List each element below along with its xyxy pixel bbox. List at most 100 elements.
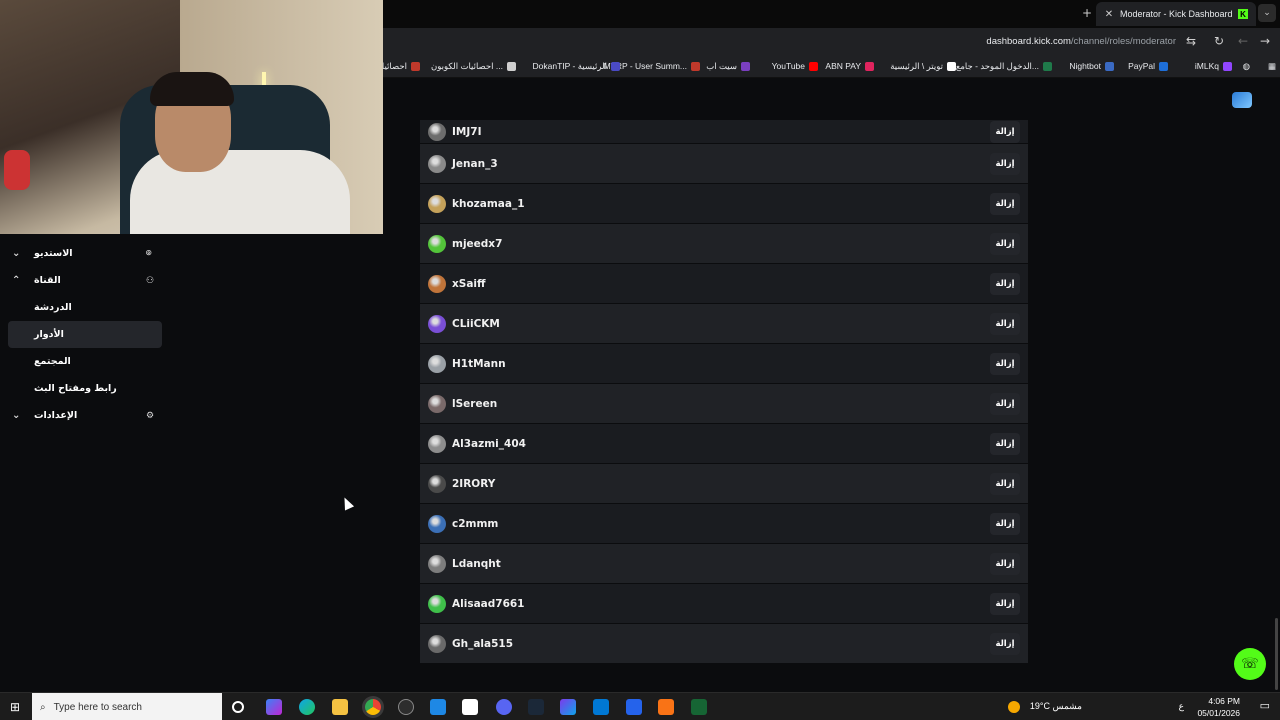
remove-moderator-button[interactable]: إزالة (990, 592, 1020, 615)
moderator-username[interactable]: xSaiff (452, 278, 990, 290)
remove-moderator-button[interactable]: إزالة (990, 120, 1020, 143)
url-field[interactable]: dashboard.kick.com/channel/roles/moderat… (986, 36, 1176, 47)
tab-search-icon[interactable]: ⌄ (1258, 4, 1276, 22)
remove-moderator-button[interactable]: إزالة (990, 552, 1020, 575)
moderator-username[interactable]: CLiiCKM (452, 318, 990, 330)
moderator-username[interactable]: H1tMann (452, 358, 990, 370)
remove-moderator-button[interactable]: إزالة (990, 392, 1020, 415)
steam-icon[interactable] (528, 699, 544, 715)
remove-moderator-button[interactable]: إزالة (990, 352, 1020, 375)
avatar[interactable] (428, 474, 446, 493)
avatar[interactable] (428, 514, 446, 533)
active-tab[interactable]: ✕ Moderator - Kick Dashboard K (1096, 2, 1256, 26)
avatar[interactable] (428, 194, 446, 213)
sidebar-item[interactable]: الدردشة (0, 294, 170, 321)
remove-moderator-button[interactable]: إزالة (990, 512, 1020, 535)
reload-icon[interactable]: ↻ (1214, 34, 1224, 48)
remove-moderator-button[interactable]: إزالة (990, 272, 1020, 295)
moderator-row: Alisaad7661 إزالة (420, 584, 1028, 624)
bookmark-favicon-icon (865, 61, 874, 71)
discord-icon[interactable] (496, 699, 512, 715)
remove-moderator-button[interactable]: إزالة (990, 472, 1020, 495)
moderator-username[interactable]: IMJ7I (452, 126, 990, 138)
user-avatar[interactable] (1232, 92, 1252, 108)
sidebar-item[interactable]: ⌄ الإعدادات ⚙ (0, 402, 170, 429)
sidebar-item[interactable]: رابط ومفتاح البث (0, 375, 170, 402)
close-tab-icon[interactable]: ✕ (1102, 9, 1116, 20)
avatar[interactable] (428, 394, 446, 413)
site-settings-icon[interactable]: ⇆ (1186, 34, 1196, 48)
bookmark-item[interactable]: احصائيات الكوبون ... (431, 61, 516, 72)
avatar[interactable] (428, 554, 446, 573)
remove-moderator-button[interactable]: إزالة (990, 432, 1020, 455)
remove-moderator-button[interactable]: إزالة (990, 632, 1020, 655)
notifications-icon[interactable]: ▭ (1260, 699, 1270, 712)
remove-moderator-button[interactable]: إزالة (990, 192, 1020, 215)
remove-moderator-button[interactable]: إزالة (990, 152, 1020, 175)
store-icon[interactable] (593, 699, 609, 715)
windows-start-icon[interactable]: ⊞ (10, 700, 20, 714)
avatar[interactable] (428, 354, 446, 373)
moderator-username[interactable]: 2IRORY (452, 478, 990, 490)
bookmark-item[interactable]: YouTube (772, 61, 818, 71)
avatar[interactable] (428, 234, 446, 253)
bookmarks-globe-icon[interactable]: ◍ (1243, 61, 1250, 72)
moderator-username[interactable]: Gh_ala515 (452, 638, 990, 650)
moderator-username[interactable]: Ldanqht (452, 558, 990, 570)
task-view-icon[interactable] (232, 701, 244, 713)
language-indicator[interactable]: ع (1179, 701, 1184, 712)
bookmark-item[interactable]: PayPal (1128, 61, 1168, 71)
moderator-username[interactable]: khozamaa_1 (452, 198, 990, 210)
moderator-username[interactable]: mjeedx7 (452, 238, 990, 250)
excel-icon[interactable] (691, 699, 707, 715)
sidebar-item[interactable]: الأدوار (8, 321, 162, 348)
copilot-icon[interactable] (266, 699, 282, 715)
avatar[interactable] (428, 634, 446, 653)
new-tab-button[interactable]: + (1082, 6, 1092, 20)
bookmark-item[interactable]: سيت اب (706, 61, 750, 72)
file-explorer-icon[interactable] (332, 699, 348, 715)
sidebar-item-label: رابط ومفتاح البث (34, 383, 117, 394)
bookmark-item[interactable]: Nightbot (1069, 61, 1114, 71)
bookmark-item[interactable]: الدخول الموحد - جامع... (956, 61, 1052, 72)
moderator-username[interactable]: Alisaad7661 (452, 598, 990, 610)
mail-icon[interactable] (430, 699, 446, 715)
bookmark-favicon-icon (1159, 61, 1168, 71)
bookmark-item[interactable]: تويتر \ الرئيسية (890, 61, 956, 72)
bookmark-item[interactable]: iMLKq (1195, 61, 1232, 71)
sidebar-item[interactable]: ⌄ الاستديو ⌾ (0, 240, 170, 267)
system-clock[interactable]: 4:06 PM 05/01/2026 (1197, 695, 1240, 719)
bookmark-item[interactable]: ABN PAY (825, 61, 874, 71)
back-icon[interactable]: → (1260, 34, 1270, 48)
moderator-username[interactable]: Al3azmi_404 (452, 438, 990, 450)
avatar[interactable] (428, 434, 446, 453)
sidebar-item[interactable]: المجتمع (0, 348, 170, 375)
adobe-icon[interactable] (658, 699, 674, 715)
page-scrollbar[interactable] (1275, 618, 1278, 690)
avatar[interactable] (428, 594, 446, 613)
bookmark-label: YouTube (771, 61, 805, 71)
avatar[interactable] (428, 122, 446, 141)
bookmarks-apps-icon[interactable]: ▦ (1268, 61, 1276, 72)
avatar[interactable] (428, 274, 446, 293)
avatar[interactable] (428, 154, 446, 173)
sidebar-item[interactable]: ⌃ القناة ⚇ (0, 267, 170, 294)
forward-icon[interactable]: ← (1238, 34, 1248, 48)
moderator-username[interactable]: lSereen (452, 398, 990, 410)
support-chat-icon[interactable]: ☏ (1234, 648, 1266, 680)
remove-moderator-button[interactable]: إزالة (990, 232, 1020, 255)
bookmark-item[interactable]: DokanTIP - الرئيسية (533, 61, 620, 72)
moderator-username[interactable]: Jenan_3 (452, 158, 990, 170)
moderator-username[interactable]: c2mmm (452, 518, 990, 530)
weather-text[interactable]: 19°C مشمس (1030, 701, 1082, 712)
steam-app-icon[interactable] (398, 699, 414, 715)
edge-icon[interactable] (299, 699, 315, 715)
avatar[interactable] (428, 314, 446, 333)
taskbar-search[interactable]: ⌕ Type here to search (32, 693, 222, 720)
m365-icon[interactable] (560, 699, 576, 715)
app-window-icon[interactable] (626, 699, 642, 715)
remove-moderator-button[interactable]: إزالة (990, 312, 1020, 335)
bookmark-favicon-icon (741, 62, 750, 71)
chrome-icon[interactable] (365, 699, 381, 715)
camera-app-icon[interactable] (462, 699, 478, 715)
